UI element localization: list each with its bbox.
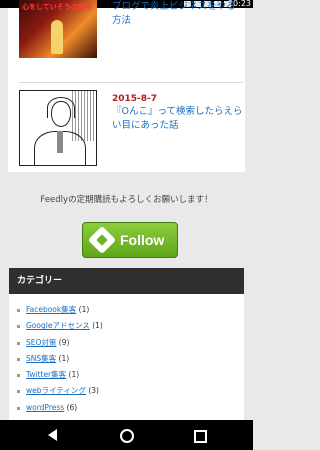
category-link[interactable]: Facebook集客 <box>26 305 76 314</box>
category-widget: カテゴリー Facebook集客 (1) Googleアドセンス (1) SEO… <box>9 268 244 420</box>
thumbnail-text: 心をしていそうの場所 <box>22 3 92 11</box>
list-item: webライティング (3) <box>17 383 103 399</box>
category-count: (1) <box>92 321 103 331</box>
feedly-message: Feedlyの定期購読もよろしくお願いします！ <box>40 195 213 205</box>
recent-apps-icon[interactable] <box>194 430 207 443</box>
related-posts: 心をしていそうの場所 ブログで炎上ビジネスをやる方法 2015-8-7 『Oんこ… <box>8 0 246 172</box>
post-title-link[interactable]: 『Oんこ』って検索したらえらい目にあった話 <box>112 105 246 133</box>
post-title-link[interactable]: ブログで炎上ビジネスをやる方法 <box>112 0 242 28</box>
category-link[interactable]: Googleアドセンス <box>26 321 90 330</box>
category-link[interactable]: Twitter集客 <box>26 370 66 379</box>
category-link[interactable]: wordPress <box>26 403 64 412</box>
portrait-sketch-icon <box>51 101 71 127</box>
category-title: カテゴリー <box>9 268 244 294</box>
list-item: Facebook集客 (1) <box>17 302 103 318</box>
category-count: (1) <box>78 305 90 314</box>
category-count: (6) <box>66 402 78 412</box>
divider <box>19 82 243 83</box>
list-item: wordPress (6) <box>17 400 103 416</box>
category-count: (9) <box>58 337 70 347</box>
post-thumbnail[interactable]: 心をしていそうの場所 <box>19 0 97 58</box>
list-item: Twitter集客 (1) <box>17 367 103 383</box>
post-thumbnail[interactable] <box>19 90 97 166</box>
feedly-follow-button[interactable]: Follow <box>82 222 178 258</box>
category-link[interactable]: webライティング <box>26 386 86 395</box>
list-item: Googleアドセンス (1) <box>17 318 103 334</box>
category-count: (3) <box>88 386 99 396</box>
follow-label: Follow <box>120 232 165 248</box>
list-item: SEO対策 (9) <box>17 335 103 351</box>
android-nav-bar <box>0 420 253 450</box>
home-icon[interactable] <box>120 429 134 443</box>
category-count: (1) <box>68 370 80 380</box>
list-item: SNS集客 (1) <box>17 351 103 367</box>
category-link[interactable]: SNS集客 <box>26 354 56 363</box>
category-list: Facebook集客 (1) Googleアドセンス (1) SEO対策 (9)… <box>17 302 103 416</box>
category-count: (1) <box>58 353 70 363</box>
post-date: 2015-8-7 <box>112 94 158 104</box>
back-icon[interactable] <box>48 429 57 441</box>
category-link[interactable]: SEO対策 <box>26 338 56 347</box>
feedly-icon <box>87 225 117 255</box>
fire-icon <box>51 20 63 54</box>
